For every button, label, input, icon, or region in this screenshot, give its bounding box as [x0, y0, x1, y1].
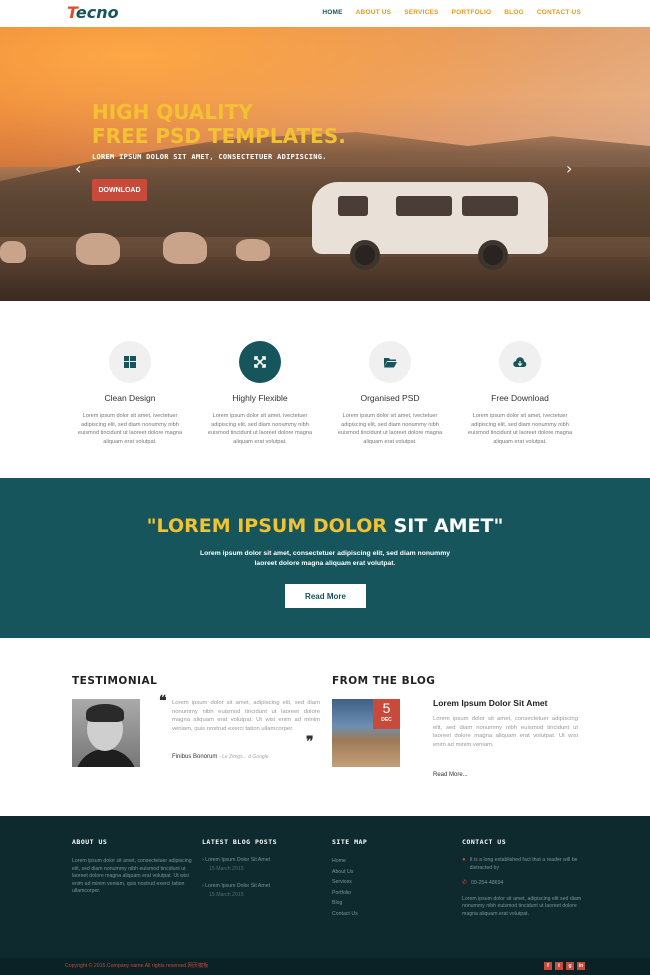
- windows-icon[interactable]: [109, 341, 151, 383]
- blog-read-more-link[interactable]: Read More...: [433, 772, 468, 778]
- feature-clean-design: Clean Design Lorem ipsum dolor sit amet,…: [70, 341, 190, 446]
- folder-open-icon[interactable]: [369, 341, 411, 383]
- footer-link-services[interactable]: Services: [332, 877, 452, 888]
- blog-post-title[interactable]: Lorem Ipsum Dolor Sit Amet: [433, 698, 547, 708]
- map-marker-icon: ●: [462, 857, 466, 863]
- nav-services[interactable]: SERVICES: [404, 9, 438, 16]
- footer-site-map: SITE MAP Home About Us Services Portfoli…: [332, 838, 452, 919]
- nav-blog[interactable]: BLOG: [504, 9, 524, 16]
- footer-post-item[interactable]: › Lorem Ipsum Dolor Sit Amet 15 March 201…: [202, 883, 322, 898]
- testimonial-text: Lorem ipsum dolor sit amet, adipiscing e…: [172, 700, 320, 732]
- top-navbar: Tecno HOME ABOUT US SERVICES PORTFOLIO B…: [0, 0, 650, 27]
- testimonial-avatar: [72, 699, 140, 767]
- footer-posts-title: LATEST BLOG POSTS: [202, 838, 278, 846]
- blog-heading: FROM THE BLOG: [332, 675, 436, 687]
- footer-sitemap-title: SITE MAP: [332, 838, 368, 846]
- phone-icon: ✆: [462, 880, 468, 887]
- hero-slider: HIGH QUALITY FREE PSD TEMPLATES. LOREM I…: [0, 27, 650, 301]
- contact-phone: 00-254-48694: [471, 880, 504, 887]
- linkedin-icon[interactable]: in: [577, 962, 585, 970]
- slider-next-icon[interactable]: ›: [566, 159, 572, 178]
- hero-rock: [76, 233, 120, 265]
- hero-van-image: [312, 182, 548, 270]
- footer-latest-posts: LATEST BLOG POSTS › Lorem Ipsum Dolor Si…: [202, 838, 322, 898]
- feature-title: Organised PSD: [360, 393, 420, 403]
- nav-about-us[interactable]: ABOUT US: [356, 9, 392, 16]
- footer-sitemap-links: Home About Us Services Portfolio Blog Co…: [332, 856, 452, 919]
- testimonial-blog-section: TESTIMONIAL ❝ Lorem ipsum dolor sit amet…: [0, 638, 650, 816]
- twitter-icon[interactable]: t: [555, 962, 563, 970]
- footer-about-title: ABOUT US: [72, 838, 108, 846]
- footer-link-portfolio[interactable]: Portfolio: [332, 888, 452, 899]
- footer-link-about[interactable]: About Us: [332, 867, 452, 878]
- copyright-text: Copyright © 2015.Company name All rights…: [65, 963, 209, 969]
- cloud-download-icon[interactable]: [499, 341, 541, 383]
- blog-post-excerpt: Lorem ipsum dolor sit amet, consectetuer…: [433, 716, 578, 748]
- google-plus-icon[interactable]: g: [566, 962, 574, 970]
- footer-about-text: Lorem ipsum dolor sit amet, consectetuer…: [72, 858, 192, 895]
- feature-text: Lorem ipsum dolor sit amet, ivectetuer a…: [467, 413, 573, 445]
- footer-contact-title: CONTACT US: [462, 838, 507, 846]
- feature-organised-psd: Organised PSD Lorem ipsum dolor sit amet…: [330, 341, 450, 446]
- footer-about: ABOUT US Lorem ipsum dolor sit amet, con…: [72, 838, 192, 896]
- hero-rock: [236, 239, 270, 261]
- nav-contact-us[interactable]: CONTACT US: [537, 9, 581, 16]
- main-menu: HOME ABOUT US SERVICES PORTFOLIO BLOG CO…: [322, 9, 581, 16]
- banner-heading: "LOREM IPSUM DOLOR SIT AMET": [146, 515, 504, 537]
- nav-home[interactable]: HOME: [322, 9, 342, 16]
- hero-subtitle: LOREM IPSUM DOLOR SIT AMET, CONSECTETUER…: [92, 153, 327, 161]
- facebook-icon[interactable]: f: [544, 962, 552, 970]
- footer-link-home[interactable]: Home: [332, 856, 452, 867]
- slider-prev-icon[interactable]: ‹: [75, 159, 81, 178]
- hero-rock: [163, 232, 207, 264]
- hero-title: HIGH QUALITY FREE PSD TEMPLATES.: [92, 100, 346, 148]
- footer-link-blog[interactable]: Blog: [332, 898, 452, 909]
- footer-post-item[interactable]: › Lorem Ipsum Dolor Sit Amet 15 March 201…: [202, 857, 322, 872]
- quote-open-icon: ❝: [159, 693, 167, 709]
- feature-highly-flexible: Highly Flexible Lorem ipsum dolor sit am…: [200, 341, 320, 446]
- feature-title: Free Download: [491, 393, 549, 403]
- nav-portfolio[interactable]: PORTFOLIO: [452, 9, 492, 16]
- quote-close-icon: ❞: [306, 734, 314, 750]
- site-logo[interactable]: Tecno: [67, 3, 119, 22]
- feature-text: Lorem ipsum dolor sit amet, ivectetuer a…: [77, 413, 183, 445]
- testimonial-author: Finibus Bonorum - Le Zimgs... d Google: [172, 754, 269, 760]
- features-section: Clean Design Lorem ipsum dolor sit amet,…: [0, 301, 650, 478]
- contact-text: Lorem ipsum dolor sit amet, adipiscing e…: [462, 895, 582, 917]
- download-button[interactable]: DOWNLOAD: [92, 179, 147, 201]
- social-links: f t g in: [544, 962, 585, 970]
- blog-date-badge: 5 DEC: [373, 699, 400, 729]
- feature-text: Lorem ipsum dolor sit amet, ivectetuer a…: [337, 413, 443, 445]
- hero-rock: [0, 241, 26, 263]
- footer-link-contact[interactable]: Contact Us: [332, 909, 452, 920]
- read-more-button[interactable]: Read More: [285, 584, 366, 608]
- footer-contact-info: ● It is a long established fact that a re…: [462, 857, 582, 919]
- expand-icon[interactable]: [239, 341, 281, 383]
- feature-text: Lorem ipsum dolor sit amet, ivectetuer a…: [207, 413, 313, 445]
- footer-bottom-bar: Copyright © 2015.Company name All rights…: [0, 958, 650, 975]
- feature-title: Clean Design: [104, 393, 156, 403]
- banner-text: Lorem ipsum dolor sit amet, consectetuer…: [199, 550, 451, 567]
- footer: ABOUT US Lorem ipsum dolor sit amet, con…: [0, 816, 650, 958]
- feature-free-download: Free Download Lorem ipsum dolor sit amet…: [460, 341, 580, 446]
- testimonial-heading: TESTIMONIAL: [72, 675, 158, 687]
- contact-address: It is a long established fact that a rea…: [469, 857, 578, 871]
- footer-contact: CONTACT US ● It is a long established fac…: [462, 838, 582, 919]
- feature-title: Highly Flexible: [232, 393, 288, 403]
- callout-banner: "LOREM IPSUM DOLOR SIT AMET" Lorem ipsum…: [0, 478, 650, 638]
